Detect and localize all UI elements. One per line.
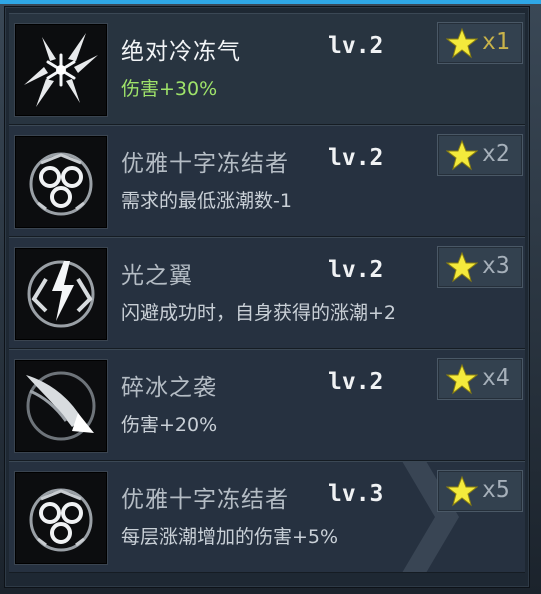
skill-name: 碎冰之袭 (121, 375, 217, 401)
star-count-badge: x4 (437, 358, 523, 400)
star-icon (446, 251, 478, 283)
lightning-wings-icon (15, 248, 107, 340)
skill-row-5[interactable]: 优雅十字冻结者 lv.3 每层涨潮增加的伤害+5% x5 (9, 461, 525, 573)
skill-level: lv.3 (328, 481, 384, 507)
star-count-badge: x3 (437, 246, 523, 288)
cross-freezer-icon (15, 136, 107, 228)
skill-level: lv.2 (328, 369, 384, 395)
skill-name: 光之翼 (121, 263, 193, 289)
skill-row-3[interactable]: 光之翼 lv.2 闪避成功时，自身获得的涨潮+2 x3 (9, 237, 525, 349)
star-count-badge: x2 (437, 134, 523, 176)
skill-level: lv.2 (328, 145, 384, 171)
skill-list-panel: 绝对冷冻气 lv.2 伤害+30% x1 优雅十字冻结者 lv.2 需求的最低涨… (4, 6, 530, 588)
skill-row-2[interactable]: 优雅十字冻结者 lv.2 需求的最低涨潮数-1 x2 (9, 125, 525, 237)
skill-description: 需求的最低涨潮数-1 (121, 190, 292, 212)
skill-name: 优雅十字冻结者 (121, 151, 289, 177)
skill-row-4[interactable]: 碎冰之袭 lv.2 伤害+20% x4 (9, 349, 525, 461)
skill-level: lv.2 (328, 257, 384, 283)
star-count: x2 (482, 141, 510, 167)
star-count: x3 (482, 253, 510, 279)
ice-comet-icon (15, 360, 107, 452)
star-count: x5 (482, 477, 510, 503)
skill-description: 伤害+20% (121, 414, 218, 436)
star-icon (446, 363, 478, 395)
star-icon (446, 27, 478, 59)
skill-description: 伤害+30% (121, 78, 218, 100)
skill-row-1[interactable]: 绝对冷冻气 lv.2 伤害+30% x1 (9, 13, 525, 125)
top-accent-bar (0, 0, 541, 4)
star-icon (446, 475, 478, 507)
star-count-badge: x5 (437, 470, 523, 512)
skill-level: lv.2 (328, 33, 384, 59)
star-count: x1 (482, 29, 510, 55)
star-count-badge: x1 (437, 22, 523, 64)
star-icon (446, 139, 478, 171)
star-count: x4 (482, 365, 510, 391)
skill-description: 闪避成功时，自身获得的涨潮+2 (121, 302, 397, 324)
skill-description: 每层涨潮增加的伤害+5% (121, 526, 339, 548)
cross-freezer-icon (15, 472, 107, 564)
snowflake-shard-icon (15, 24, 107, 116)
skill-name: 优雅十字冻结者 (121, 487, 289, 513)
skill-name: 绝对冷冻气 (121, 39, 241, 65)
